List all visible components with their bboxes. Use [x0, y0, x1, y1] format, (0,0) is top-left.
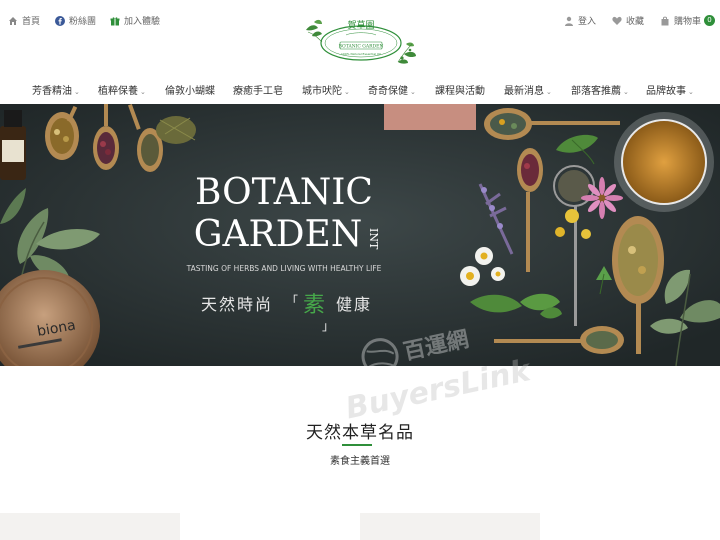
logo-emblem: 賀草園 BOTANIC GARDEN 100% Natural Essentia…	[306, 19, 416, 64]
banner-brand-line1: BOTANIC	[195, 172, 373, 213]
nav-item-label: 部落客推薦	[571, 86, 621, 97]
home-icon	[9, 16, 17, 25]
login-label: 登入	[578, 17, 597, 27]
cart-label: 購物車	[674, 17, 702, 27]
nav-item-label: 倫敦小蝴蝶	[165, 86, 215, 97]
nav-item-courses[interactable]: 課程與活動	[435, 82, 485, 97]
chevron-down-icon: ⌄	[410, 88, 416, 96]
nav-item-label: 品牌故事	[646, 86, 686, 97]
logo-english-text: BOTANIC GARDEN	[339, 44, 384, 50]
section-title: 天然本草名品	[306, 423, 414, 443]
nav-item-brand-story[interactable]: 品牌故事 ⌄	[646, 82, 694, 97]
main-nav: 芳香精油 ⌄ 植粹保養 ⌄ 倫敦小蝴蝶 療癒手工皂 城市吠陀 ⌄ 奇奇保健 ⌄ 課程與活…	[0, 82, 720, 102]
chevron-down-icon: ⌄	[140, 88, 146, 96]
nav-item-label: 最新消息	[504, 86, 544, 97]
nav-item-label: 芳香精油	[32, 86, 72, 97]
banner-brand-line2: GARDEN	[194, 214, 363, 255]
nav-item-label: 城市吠陀	[302, 86, 342, 97]
join-label: 加入體驗	[124, 17, 161, 27]
logo-chinese-text: 賀草園	[347, 19, 374, 31]
cart-count-badge: 0	[704, 15, 716, 26]
home-label: 首頁	[22, 17, 41, 27]
gift-icon	[110, 16, 120, 25]
hero-banner-art: biona BOTANIC GARDEN INT TASTING OF HERB…	[0, 104, 720, 366]
nav-item-label: 課程與活動	[435, 86, 485, 97]
nav-item-label: 奇奇保健	[368, 86, 408, 97]
svg-text:「: 「	[286, 294, 298, 308]
favorites-label: 收藏	[626, 17, 645, 27]
fans-label: 粉絲團	[69, 17, 97, 27]
nav-item-health[interactable]: 奇奇保健 ⌄	[368, 82, 416, 97]
login-link[interactable]: 登入	[564, 14, 596, 27]
shopping-bag-icon	[661, 16, 669, 25]
chevron-down-icon: ⌄	[344, 88, 350, 96]
section-divider	[342, 444, 372, 446]
top-bar: 首頁 粉絲團 加入體驗 登入 收藏 購物車 0 賀草園 BOTANIC GARD…	[0, 0, 720, 80]
banner-tagline: TASTING OF HERBS AND LIVING WITH HEALTHY…	[186, 264, 382, 273]
nav-item-london-butterfly[interactable]: 倫敦小蝴蝶	[165, 82, 215, 97]
cart-link[interactable]: 購物車 0	[660, 14, 716, 27]
chevron-down-icon: ⌄	[623, 88, 629, 96]
heart-icon	[612, 16, 622, 25]
nav-item-news[interactable]: 最新消息 ⌄	[504, 82, 552, 97]
join-link[interactable]: 加入體驗	[110, 14, 160, 27]
logo-tagline-text: 100% Natural Essential Oil	[341, 52, 381, 56]
banner-brand-suffix: INT	[367, 228, 380, 250]
fans-link[interactable]: 粉絲團	[55, 14, 96, 27]
nav-item-city-veda[interactable]: 城市吠陀 ⌄	[302, 82, 350, 97]
section-subtitle: 素食主義首選	[330, 456, 390, 467]
nav-item-essential-oils[interactable]: 芳香精油 ⌄	[32, 82, 80, 97]
favorites-link[interactable]: 收藏	[612, 14, 644, 27]
home-link[interactable]: 首頁	[8, 14, 40, 27]
nav-item-label: 療癒手工皂	[233, 86, 283, 97]
chevron-down-icon: ⌄	[546, 88, 552, 96]
soap-bar-illustration	[384, 104, 476, 130]
banner-slogan-highlight: 素	[303, 293, 325, 318]
nav-item-label: 植粹保養	[98, 86, 138, 97]
brand-logo[interactable]: 賀草園 BOTANIC GARDEN 100% Natural Essentia…	[302, 16, 420, 70]
banner-slogan-after: 健康	[336, 295, 372, 314]
nav-item-skincare[interactable]: 植粹保養 ⌄	[98, 82, 146, 97]
nav-item-handmade-soap[interactable]: 療癒手工皂	[233, 82, 283, 97]
chevron-down-icon: ⌄	[74, 88, 80, 96]
product-card[interactable]	[0, 513, 180, 540]
banner-slogan-before: 天然時尚	[201, 295, 273, 314]
hero-banner[interactable]: biona BOTANIC GARDEN INT TASTING OF HERB…	[0, 104, 720, 366]
svg-text:」: 」	[322, 319, 334, 333]
nav-item-blogger[interactable]: 部落客推薦 ⌄	[571, 82, 629, 97]
user-icon	[565, 16, 573, 26]
chevron-down-icon: ⌄	[688, 88, 694, 96]
facebook-icon	[55, 15, 65, 26]
product-card[interactable]	[360, 513, 540, 540]
